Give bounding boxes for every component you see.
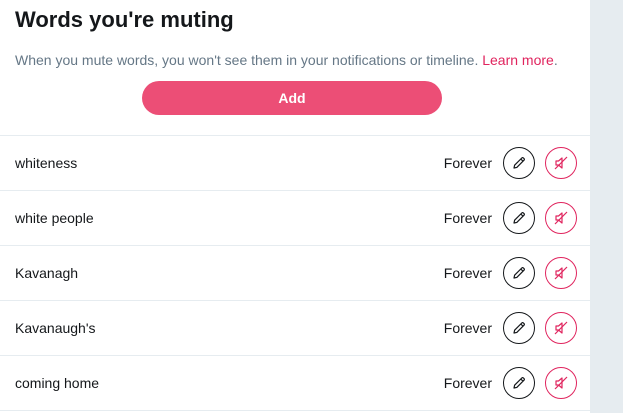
edit-button[interactable] [503, 367, 535, 399]
speaker-off-icon [554, 321, 568, 335]
muted-word-row: whiteness Forever [0, 136, 590, 191]
muted-word-row: Kavanaugh's Forever [0, 301, 590, 356]
edit-button[interactable] [503, 202, 535, 234]
mute-duration: Forever [443, 320, 492, 336]
pencil-icon [513, 377, 525, 389]
learn-more-link[interactable]: Learn more [482, 52, 554, 68]
edit-button[interactable] [503, 147, 535, 179]
add-button[interactable]: Add [142, 81, 442, 115]
speaker-off-icon [554, 211, 568, 225]
unmute-button[interactable] [545, 312, 577, 344]
page-description: When you mute words, you won't see them … [15, 51, 575, 69]
description-text: When you mute words, you won't see them … [15, 52, 479, 68]
muted-word-row: white people Forever [0, 191, 590, 246]
muted-word-row: Kavanagh Forever [0, 246, 590, 301]
edit-button[interactable] [503, 257, 535, 289]
mute-duration: Forever [443, 210, 492, 226]
speaker-off-icon [554, 156, 568, 170]
unmute-button[interactable] [545, 147, 577, 179]
muted-word-label: Kavanagh [15, 265, 79, 281]
unmute-button[interactable] [545, 257, 577, 289]
mute-duration: Forever [443, 375, 492, 391]
pencil-icon [513, 212, 525, 224]
pencil-icon [513, 157, 525, 169]
muted-words-list: whiteness Forever white people Forever K… [0, 135, 590, 411]
add-row: Add [15, 81, 575, 115]
speaker-off-icon [554, 266, 568, 280]
muted-word-row: coming home Forever [0, 356, 590, 411]
pencil-icon [513, 322, 525, 334]
mute-duration: Forever [443, 155, 492, 171]
pencil-icon [513, 267, 525, 279]
page-title: Words you're muting [15, 7, 234, 32]
muted-word-label: coming home [15, 375, 100, 391]
muted-word-label: white people [15, 210, 94, 226]
muted-word-label: whiteness [15, 155, 78, 171]
mute-duration: Forever [443, 265, 492, 281]
unmute-button[interactable] [545, 202, 577, 234]
muted-words-panel: Words you're muting When you mute words,… [0, 0, 591, 413]
edit-button[interactable] [503, 312, 535, 344]
speaker-off-icon [554, 376, 568, 390]
muted-word-label: Kavanaugh's [15, 320, 96, 336]
muted-words-header: Words you're muting When you mute words,… [0, 0, 590, 128]
unmute-button[interactable] [545, 367, 577, 399]
description-period: . [553, 52, 558, 68]
